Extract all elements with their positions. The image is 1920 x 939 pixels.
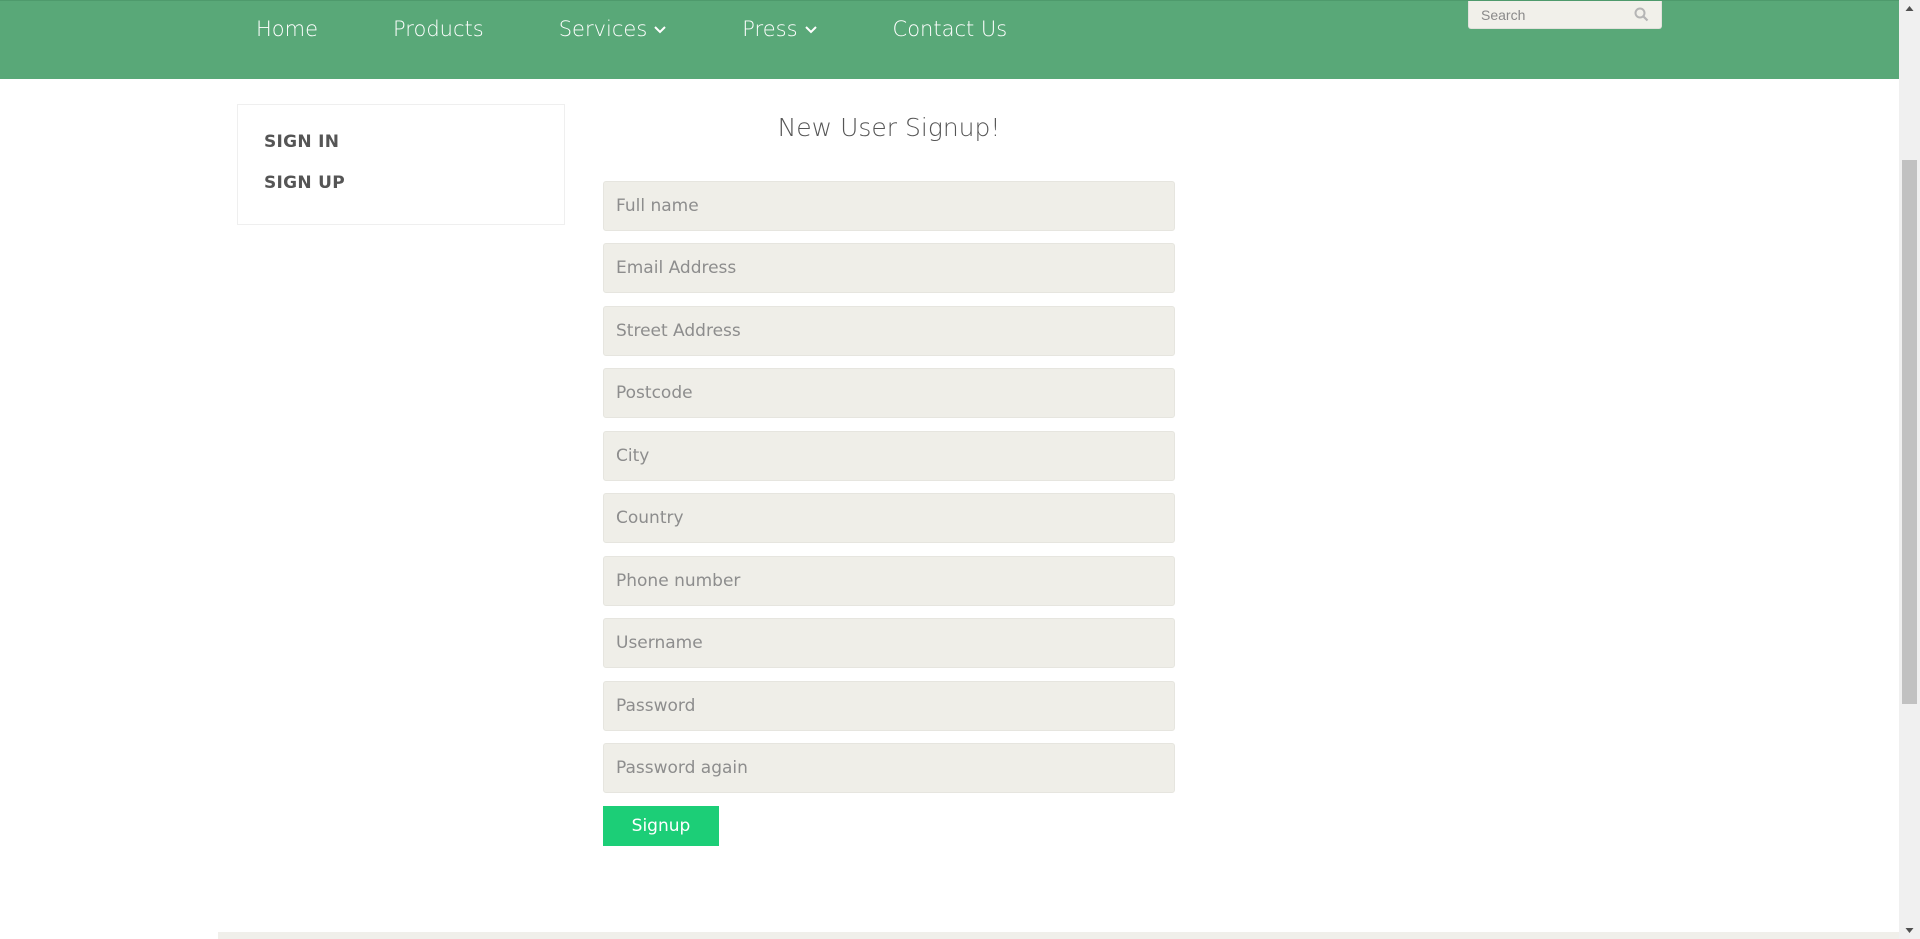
nav-products-label: Products: [393, 17, 484, 41]
account-sidebar: SIGN IN SIGN UP: [237, 104, 565, 225]
sidebar-item-sign-in[interactable]: SIGN IN: [264, 132, 339, 152]
scroll-up-arrow-icon[interactable]: [1899, 0, 1920, 17]
password-field[interactable]: [603, 681, 1175, 731]
sidebar-item-sign-up[interactable]: SIGN UP: [264, 173, 345, 193]
footer-edge: [218, 932, 1899, 939]
nav-contact-label: Contact Us: [892, 17, 1008, 41]
password-again-field[interactable]: [603, 743, 1175, 793]
chevron-down-icon: [653, 22, 667, 36]
top-navbar: Home Products Services Press Contact Us: [0, 0, 1899, 79]
scroll-down-arrow-icon[interactable]: [1899, 922, 1920, 939]
main-nav: Home Products Services Press Contact Us: [256, 17, 1082, 41]
nav-services[interactable]: Services: [559, 17, 668, 41]
username-field[interactable]: [603, 618, 1175, 668]
nav-contact-us[interactable]: Contact Us: [893, 17, 1008, 41]
page-title: New User Signup!: [777, 113, 1001, 142]
full-name-field[interactable]: [603, 181, 1175, 231]
city-field[interactable]: [603, 431, 1175, 481]
nav-services-label: Services: [558, 17, 648, 41]
nav-press[interactable]: Press: [742, 17, 817, 41]
postcode-field[interactable]: [603, 368, 1175, 418]
search-icon[interactable]: [1634, 7, 1649, 22]
page-scrollbar[interactable]: [1899, 0, 1920, 939]
search-input[interactable]: [1469, 1, 1629, 28]
phone-field[interactable]: [603, 556, 1175, 606]
nav-products[interactable]: Products: [393, 17, 484, 41]
scrollbar-thumb[interactable]: [1902, 160, 1917, 704]
nav-home[interactable]: Home: [256, 17, 318, 41]
nav-home-label: Home: [256, 17, 319, 41]
street-address-field[interactable]: [603, 306, 1175, 356]
email-field[interactable]: [603, 243, 1175, 293]
chevron-down-icon: [804, 22, 818, 36]
country-field[interactable]: [603, 493, 1175, 543]
nav-press-label: Press: [742, 17, 798, 41]
signup-button[interactable]: Signup: [603, 806, 719, 846]
search-box: [1468, 1, 1662, 29]
